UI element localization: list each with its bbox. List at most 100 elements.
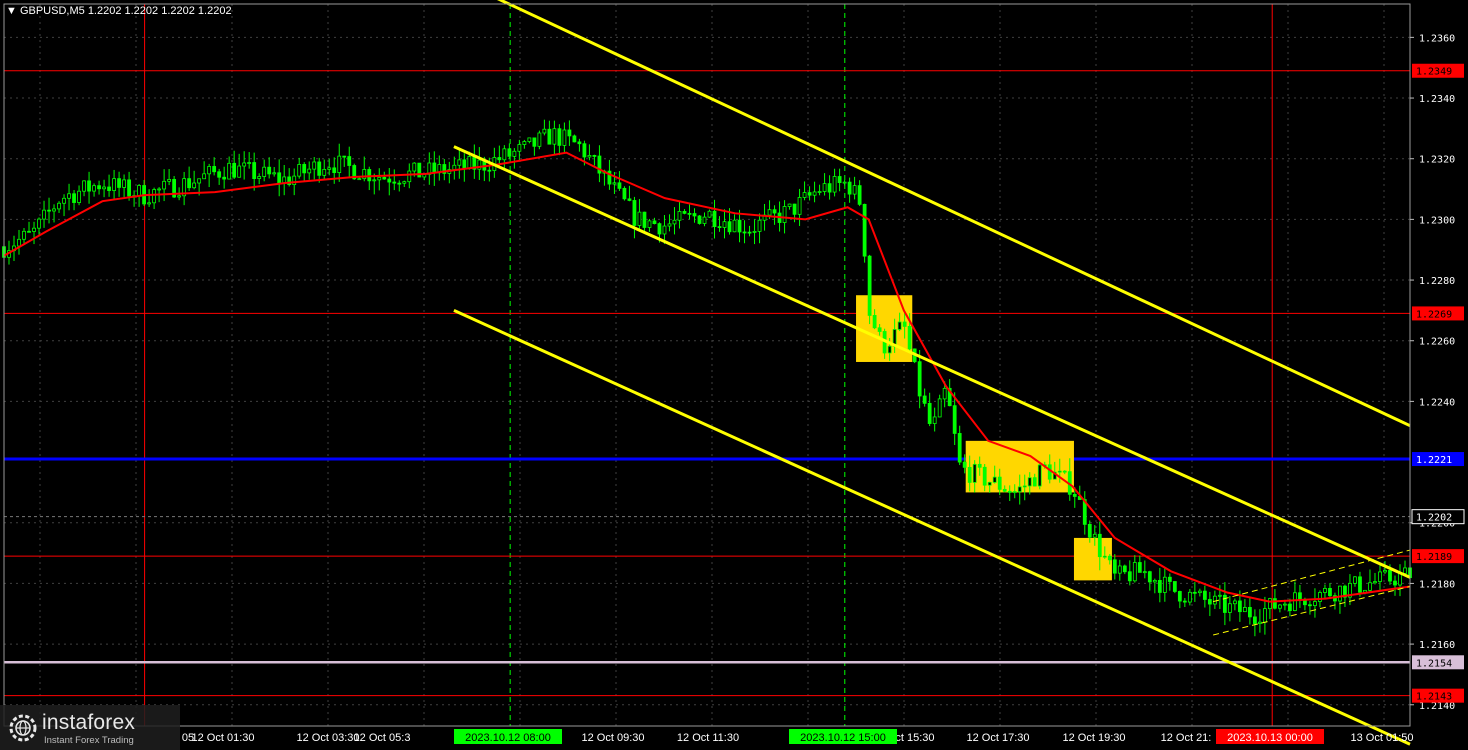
candle-body xyxy=(387,178,392,183)
candle-body xyxy=(332,167,337,174)
candle-body xyxy=(1057,470,1062,473)
time-tick-label: 13 Oct 01:50 xyxy=(1351,732,1414,744)
candle-body xyxy=(282,176,287,184)
candle-body xyxy=(267,166,272,175)
candle-body xyxy=(567,129,572,137)
candle-body xyxy=(1358,576,1362,593)
candle-body xyxy=(102,186,106,190)
candle-body xyxy=(432,162,437,174)
candle-body xyxy=(1122,565,1127,573)
candle-body xyxy=(157,188,162,191)
price-tick-label: 1.2260 xyxy=(1419,337,1455,348)
candle-body xyxy=(212,166,217,173)
candle-body xyxy=(732,219,737,233)
candle-body xyxy=(467,156,472,170)
logo-name: instaforex xyxy=(42,711,136,734)
price-tick-label: 1.2320 xyxy=(1419,155,1455,166)
candle-body xyxy=(687,212,692,215)
candle-body xyxy=(517,144,522,152)
candle-body xyxy=(557,128,562,146)
price-tick-label: 1.2340 xyxy=(1419,94,1455,105)
signal-box xyxy=(1073,537,1112,581)
candle-body xyxy=(782,206,787,223)
candle-body xyxy=(1197,590,1202,594)
candle-body xyxy=(1162,576,1167,593)
candle-body xyxy=(202,173,207,180)
candle-body xyxy=(1252,616,1257,624)
ohlc-readout: 1.2202 1.2202 1.2202 1.2202 xyxy=(87,5,232,17)
candle-body xyxy=(1313,601,1317,606)
candle-body xyxy=(1353,576,1357,584)
candle-body xyxy=(1187,591,1192,603)
candle-body xyxy=(407,170,412,183)
candle-body xyxy=(857,185,862,205)
candle-body xyxy=(677,211,682,221)
candle-body xyxy=(637,211,642,226)
candle-body xyxy=(502,148,507,161)
candle-body xyxy=(1242,607,1247,613)
candle-body xyxy=(92,185,96,192)
candle-body xyxy=(907,325,912,350)
candle-body xyxy=(1117,565,1122,574)
candle-body xyxy=(497,157,502,161)
price-level-text: 1.2202 xyxy=(1416,513,1452,524)
candle-body xyxy=(122,179,126,188)
price-tick-label: 1.2160 xyxy=(1419,640,1455,651)
candle-body xyxy=(32,227,36,232)
candle-body xyxy=(802,192,807,198)
time-tick-label: 12 Oct 03:30 xyxy=(297,732,360,744)
candle-body xyxy=(867,255,872,316)
candle-body xyxy=(862,203,867,257)
candle-body xyxy=(1147,571,1152,583)
candle-body xyxy=(812,191,817,196)
candle-body xyxy=(1127,571,1132,582)
candle-body xyxy=(347,156,352,166)
candle-body xyxy=(1298,592,1302,600)
candle-body xyxy=(52,208,56,212)
collapse-triangle-icon[interactable]: ▼ xyxy=(6,5,17,17)
candle-body xyxy=(242,162,247,167)
candle-body xyxy=(57,202,61,210)
candle-body xyxy=(1142,571,1147,574)
candle-body xyxy=(197,178,202,184)
candle-body xyxy=(787,203,792,207)
candle-body xyxy=(657,223,662,235)
candle-body xyxy=(307,168,312,174)
candle-body xyxy=(62,197,66,204)
price-chart[interactable]: 1.2360 1.2340 1.2320 1.2300 1.2280 1.2260 1.22… xyxy=(0,0,1468,750)
candle-body xyxy=(1227,603,1232,613)
candle-body xyxy=(1268,598,1272,610)
candle-body xyxy=(1157,579,1162,593)
candle-body xyxy=(167,179,172,182)
candle-body xyxy=(1247,607,1252,618)
candle-body xyxy=(717,226,722,229)
candle-body xyxy=(702,216,707,224)
time-tick-label: 12 Oct 17:30 xyxy=(967,732,1030,744)
price-level-text: 1.2269 xyxy=(1416,309,1452,320)
candle-body xyxy=(672,219,677,225)
price-level-text: 1.2189 xyxy=(1416,552,1452,563)
candle-body xyxy=(27,230,31,233)
candle-body xyxy=(1383,570,1387,573)
candle-body xyxy=(1047,464,1052,480)
candle-body xyxy=(572,135,577,143)
candle-body xyxy=(537,132,542,147)
candle-body xyxy=(1278,604,1282,609)
candle-body xyxy=(1027,477,1032,487)
candle-body xyxy=(562,129,567,146)
candle-body xyxy=(707,210,712,218)
candle-body xyxy=(852,185,857,195)
candle-body xyxy=(137,185,141,197)
candle-body xyxy=(1182,600,1187,603)
time-tick-label: 05 xyxy=(182,732,194,744)
candle-body xyxy=(932,416,937,424)
candle-body xyxy=(577,141,582,145)
logo: instaforex Instant Forex Trading xyxy=(0,705,180,750)
candle-body xyxy=(1007,490,1012,493)
candle-body xyxy=(1373,581,1377,584)
candle-body xyxy=(147,202,152,205)
candle-body xyxy=(322,169,327,176)
candle-body xyxy=(67,193,71,199)
candle-body xyxy=(247,162,252,164)
candle-body xyxy=(887,345,892,354)
